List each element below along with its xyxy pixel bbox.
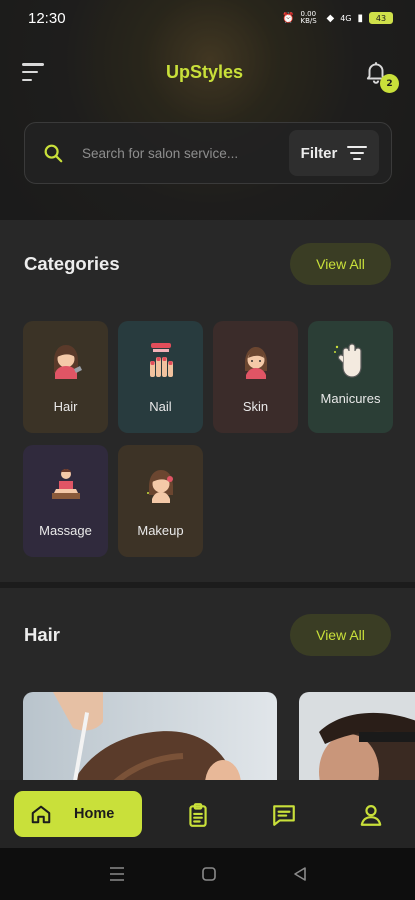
battery-icon: 43 (369, 12, 393, 24)
filter-button[interactable]: Filter (289, 130, 379, 176)
hair-title: Hair (24, 624, 60, 645)
category-hair[interactable]: Hair (23, 321, 108, 433)
category-label: Massage (39, 523, 92, 538)
notification-badge: 2 (380, 74, 399, 93)
nail-polish-icon (141, 339, 181, 383)
hair-header: Hair View All (24, 614, 391, 656)
hair-woman-icon (46, 339, 86, 383)
filter-icon (347, 146, 368, 160)
search-icon (44, 144, 63, 163)
back-icon[interactable] (292, 866, 308, 882)
recents-icon[interactable] (108, 866, 126, 882)
category-skin[interactable]: Skin (213, 321, 298, 433)
bookings-icon[interactable] (185, 802, 211, 828)
hair-view-all-button[interactable]: View All (290, 614, 391, 656)
categories-view-all-button[interactable]: View All (290, 243, 391, 285)
category-label: Nail (149, 399, 172, 414)
menu-icon[interactable] (22, 63, 46, 81)
filter-label: Filter (300, 144, 338, 162)
wifi-icon: ◆ (326, 12, 335, 24)
makeup-woman-icon (141, 463, 181, 507)
search-input[interactable] (82, 145, 289, 161)
nav-home-button[interactable]: Home (14, 791, 142, 837)
status-time: 12:30 (28, 9, 66, 27)
alarm-icon: ⏰ (282, 12, 295, 24)
category-label: Manicures (320, 391, 381, 406)
home-system-icon[interactable] (201, 866, 217, 882)
category-label: Makeup (137, 523, 184, 538)
bottom-nav: Home (0, 780, 415, 848)
top-bar: UpStyles 2 (0, 52, 415, 93)
category-nail[interactable]: Nail (118, 321, 203, 433)
messages-icon[interactable] (271, 802, 297, 828)
signal-icon: ▮ (357, 12, 363, 24)
network-label: 4G (340, 13, 352, 23)
home-icon (31, 805, 51, 824)
skin-woman-icon (236, 339, 276, 383)
hair-section: Hair View All (0, 588, 415, 808)
category-manicures[interactable]: Manicures (308, 321, 393, 433)
notification-button[interactable]: 2 (363, 59, 399, 93)
category-massage[interactable]: Massage (23, 445, 108, 557)
category-makeup[interactable]: Makeup (118, 445, 203, 557)
manicure-hand-icon (331, 337, 371, 381)
category-label: Hair (53, 399, 78, 414)
category-label: Skin (242, 399, 269, 414)
status-bar: 12:30 ⏰ 0.00 KB/S ◆ 4G ▮ 43 (0, 0, 415, 36)
status-icons: ⏰ 0.00 KB/S ◆ 4G ▮ 43 (282, 11, 393, 25)
nav-home-label: Home (74, 806, 115, 822)
categories-header: Categories View All (24, 243, 391, 285)
search-bar: Filter (24, 122, 392, 184)
app-title: UpStyles (165, 61, 244, 82)
massage-icon (46, 463, 86, 507)
categories-section: Categories View All Hair Nail Skin Manic… (0, 220, 415, 582)
profile-icon[interactable] (358, 802, 384, 828)
android-nav-bar (0, 848, 415, 900)
data-speed: 0.00 KB/S (300, 10, 317, 25)
categories-title: Categories (24, 253, 120, 274)
